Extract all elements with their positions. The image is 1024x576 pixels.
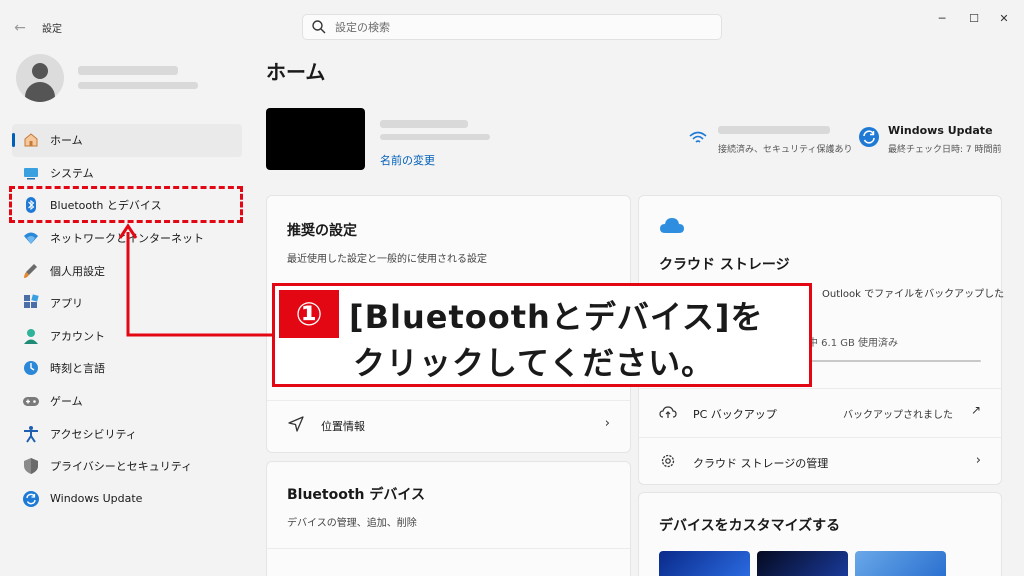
sidebar-item-label: システム — [50, 166, 94, 180]
bluetooth-devices-card: Bluetooth デバイス デバイスの管理、追加、削除 — [266, 461, 631, 576]
gaming-icon — [23, 397, 39, 407]
blurred-user-name — [78, 66, 178, 75]
cloud-storage-description: Outlook でファイルをバックアップした — [822, 289, 1005, 300]
search-box[interactable] — [302, 14, 722, 40]
sidebar-item-label: 時刻と言語 — [50, 362, 105, 376]
sidebar-item-label: ネットワークとインターネット — [50, 232, 204, 246]
shield-icon — [24, 458, 38, 475]
personalization-icon — [24, 263, 37, 278]
manage-cloud-storage-label: クラウド ストレージの管理 — [693, 457, 829, 470]
storage-usage-text: 中 6.1 GB 使用済み — [808, 338, 899, 349]
windows-update-icon — [23, 490, 39, 507]
location-label: 位置情報 — [321, 420, 365, 433]
user-profile[interactable] — [12, 54, 242, 104]
instruction-line-2: クリックしてください。 — [353, 344, 715, 382]
sidebar-item-label: 個人用設定 — [50, 264, 105, 278]
sidebar-item-system[interactable]: システム — [12, 157, 242, 190]
sidebar-item-apps[interactable]: アプリ — [12, 287, 242, 320]
sidebar-item-gaming[interactable]: ゲーム — [12, 385, 242, 418]
step-number: ① — [279, 290, 339, 338]
wifi-status: 接続済み、セキュリティ保護あり — [718, 145, 853, 155]
rename-link[interactable]: 名前の変更 — [380, 152, 435, 168]
cloud-icon — [660, 218, 684, 233]
windows-update-subtitle: 最終チェック日時: 7 時間前 — [888, 145, 1002, 155]
wifi-icon — [689, 131, 707, 143]
chevron-right-icon: › — [975, 453, 981, 468]
backup-status: バックアップされました — [843, 410, 953, 421]
sidebar-item-accessibility[interactable]: アクセシビリティ — [12, 417, 242, 450]
apps-icon — [24, 294, 39, 309]
storage-usage-bar — [808, 360, 981, 362]
card-title: クラウド ストレージ — [659, 257, 790, 273]
sidebar-item-accounts[interactable]: アカウント — [12, 320, 242, 353]
search-input[interactable] — [335, 18, 705, 36]
time-language-icon — [24, 361, 38, 376]
sidebar-item-network[interactable]: ネットワークとインターネット — [12, 222, 242, 255]
location-arrow-icon — [288, 416, 304, 432]
card-subtitle: 最近使用した設定と一般的に使用される設定 — [287, 254, 487, 265]
sidebar-item-privacy[interactable]: プライバシーとセキュリティ — [12, 450, 242, 483]
cloud-upload-icon — [659, 406, 677, 418]
minimize-button[interactable]: ─ — [928, 10, 956, 28]
blurred-user-email — [78, 82, 198, 89]
instruction-callout: ① [Bluetoothとデバイス]を クリックしてください。 — [272, 283, 812, 387]
pc-backup-row[interactable]: PC バックアップ バックアップされました ↗ — [639, 388, 1001, 436]
location-row[interactable]: 位置情報 › — [267, 400, 630, 448]
sidebar-item-label: Windows Update — [50, 492, 143, 506]
theme-thumbnail[interactable] — [757, 551, 848, 576]
device-image — [266, 108, 365, 170]
theme-thumbnail[interactable] — [659, 551, 750, 576]
back-arrow-icon[interactable]: ← — [10, 18, 30, 38]
avatar — [16, 54, 64, 102]
title-bar: ← 設定 ─ ☐ ✕ — [0, 0, 1024, 50]
sidebar-nav: ホーム システム Bluetooth とデバイス ネットワークとインターネット … — [12, 124, 242, 515]
blurred-device-name — [380, 120, 468, 128]
app-title: 設定 — [42, 24, 62, 35]
bluetooth-device-row[interactable] — [267, 548, 630, 576]
card-subtitle: デバイスの管理、追加、削除 — [287, 518, 417, 529]
home-icon — [24, 133, 38, 147]
search-icon — [312, 20, 326, 34]
pc-backup-label: PC バックアップ — [693, 408, 777, 421]
page-title: ホーム — [266, 60, 326, 84]
card-title: デバイスをカスタマイズする — [659, 518, 841, 534]
instruction-line-1: [Bluetoothとデバイス]を — [349, 298, 764, 336]
sidebar-item-time-language[interactable]: 時刻と言語 — [12, 352, 242, 385]
maximize-button[interactable]: ☐ — [960, 10, 988, 28]
sidebar-item-label: ホーム — [50, 134, 83, 148]
sidebar-item-label: アプリ — [50, 297, 83, 311]
sidebar-item-label: アカウント — [50, 329, 105, 343]
manage-cloud-storage-row[interactable]: クラウド ストレージの管理 › — [639, 437, 1001, 485]
blurred-network-name — [718, 126, 830, 134]
accessibility-icon — [24, 425, 38, 443]
external-link-icon[interactable]: ↗ — [971, 403, 981, 417]
system-icon — [24, 167, 38, 180]
card-title: 推奨の設定 — [287, 223, 357, 239]
accounts-icon — [24, 328, 38, 344]
card-title: Bluetooth デバイス — [287, 487, 425, 503]
theme-thumbnail[interactable] — [855, 551, 946, 576]
bluetooth-highlight-box — [9, 186, 243, 223]
sidebar-item-label: アクセシビリティ — [50, 427, 137, 441]
sidebar-item-home[interactable]: ホーム — [12, 124, 242, 157]
sidebar-item-label: ゲーム — [50, 395, 83, 409]
sidebar-item-personalization[interactable]: 個人用設定 — [12, 254, 242, 287]
chevron-right-icon: › — [604, 416, 610, 431]
network-icon — [24, 232, 38, 245]
close-button[interactable]: ✕ — [990, 10, 1018, 28]
sidebar-item-label: プライバシーとセキュリティ — [50, 460, 193, 474]
gear-icon — [661, 454, 675, 468]
sidebar-item-windows-update[interactable]: Windows Update — [12, 483, 242, 516]
windows-update-status-icon — [859, 127, 879, 147]
blurred-device-model — [380, 134, 490, 140]
windows-update-title[interactable]: Windows Update — [888, 124, 993, 137]
